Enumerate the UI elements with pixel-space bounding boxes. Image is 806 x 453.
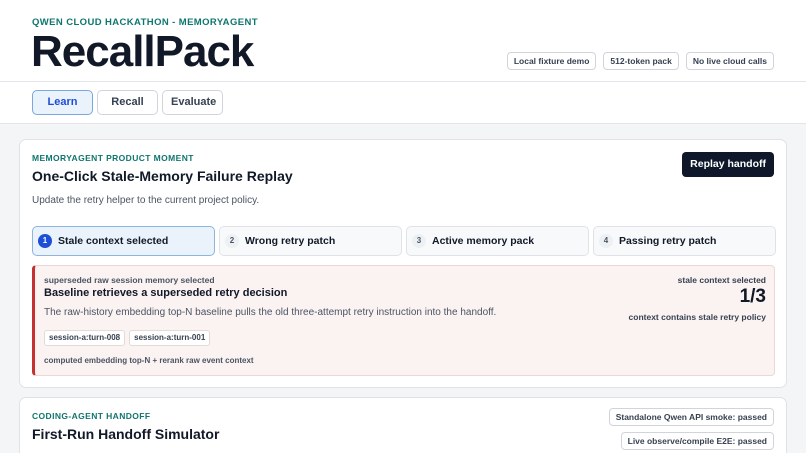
no-cloud-chip: No live cloud calls: [685, 52, 774, 70]
step-label: Active memory pack: [432, 235, 535, 247]
step-label: Wrong retry patch: [245, 235, 336, 247]
tab-recall[interactable]: Recall: [97, 90, 158, 115]
tab-evaluate[interactable]: Evaluate: [162, 90, 223, 115]
moment-description: Update the retry helper to the current p…: [32, 195, 260, 206]
header-chips: Local fixture demo 512-token pack No liv…: [506, 52, 774, 70]
handoff-simulator-card: CODING-AGENT HANDOFF First-Run Handoff S…: [19, 397, 787, 453]
step-number: 4: [599, 234, 613, 248]
session-chips: session-a:turn-008 session-a:turn-001: [44, 330, 211, 346]
session-chip: session-a:turn-008: [44, 330, 126, 346]
step-number: 1: [38, 234, 52, 248]
step-label: Passing retry patch: [619, 235, 717, 247]
step-number: 2: [225, 234, 239, 248]
session-chip: session-a:turn-001: [129, 330, 211, 346]
tab-learn[interactable]: Learn: [32, 90, 93, 115]
step-wrong-retry-patch[interactable]: 2 Wrong retry patch: [219, 226, 402, 256]
step-stale-context[interactable]: 1 Stale context selected: [32, 226, 215, 256]
alert-eyebrow: superseded raw session memory selected: [44, 275, 215, 285]
qwen-api-smoke-badge: Standalone Qwen API smoke: passed: [608, 408, 774, 426]
alert-footnote: computed embedding top-N + rerank raw ev…: [44, 356, 254, 365]
moment-title: One-Click Stale-Memory Failure Replay: [32, 168, 293, 184]
step-label: Stale context selected: [58, 235, 169, 247]
local-fixture-chip: Local fixture demo: [506, 52, 597, 70]
step-active-memory-pack[interactable]: 3 Active memory pack: [406, 226, 589, 256]
metric-value: 1/3: [739, 286, 766, 307]
step-passing-retry-patch[interactable]: 4 Passing retry patch: [593, 226, 776, 256]
failure-replay-card: MEMORYAGENT PRODUCT MOMENT One-Click Sta…: [19, 139, 787, 388]
metric-label: stale context selected: [677, 275, 766, 285]
app-title: RecallPack: [31, 27, 254, 76]
handoff-eyebrow: CODING-AGENT HANDOFF: [32, 411, 151, 421]
replay-handoff-button[interactable]: Replay handoff: [682, 152, 774, 177]
moment-eyebrow: MEMORYAGENT PRODUCT MOMENT: [32, 153, 194, 163]
app-header: QWEN CLOUD HACKATHON - MEMORYAGENT Recal…: [0, 0, 806, 82]
step-number: 3: [412, 234, 426, 248]
status-chips: Standalone Qwen API smoke: passed Live o…: [608, 408, 774, 450]
stale-context-alert: superseded raw session memory selected B…: [32, 265, 775, 376]
alert-description: The raw-history embedding top-N baseline…: [44, 307, 497, 318]
alert-title: Baseline retrieves a superseded retry de…: [44, 287, 288, 299]
metric-note: context contains stale retry policy: [628, 312, 766, 322]
tab-bar: Learn Recall Evaluate: [0, 82, 806, 124]
token-pack-chip: 512-token pack: [603, 52, 679, 70]
e2e-status-badge: Live observe/compile E2E: passed: [620, 432, 774, 450]
handoff-title: First-Run Handoff Simulator: [32, 426, 220, 442]
replay-steps: 1 Stale context selected 2 Wrong retry p…: [32, 226, 776, 256]
